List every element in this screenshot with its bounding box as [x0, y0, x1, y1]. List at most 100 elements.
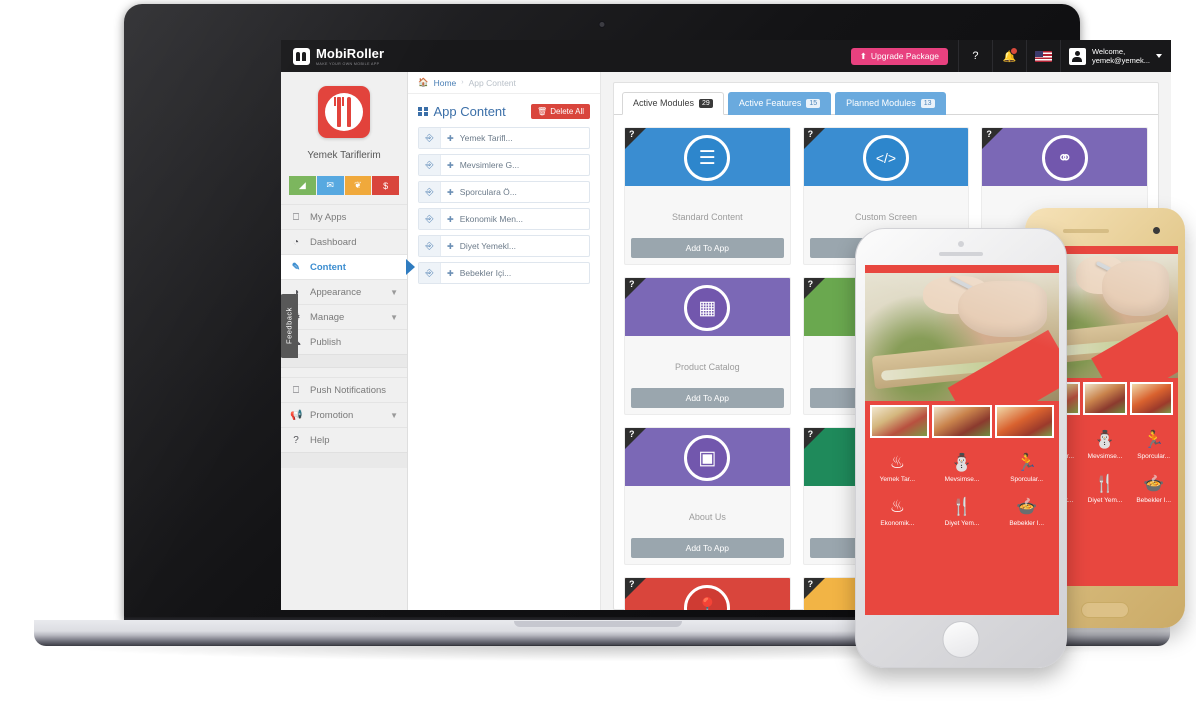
tile-bebekler-icin[interactable]: 🍲 Bebekler I...	[994, 489, 1059, 533]
laptop-base-notch	[514, 621, 682, 627]
mobile-icon: ⎕	[293, 211, 299, 223]
sidebar-item-my-apps[interactable]: ⎕ My Apps	[281, 204, 407, 229]
language-button[interactable]	[1025, 40, 1060, 72]
move-handle-icon[interactable]: ✚	[447, 269, 454, 278]
brand-name: MobiRoller	[316, 45, 385, 61]
cutlery-icon: 🍴	[1094, 474, 1116, 493]
add-to-app-button[interactable]: Add To App	[631, 238, 784, 258]
tree-item[interactable]: ⎆ ✚ Mevsimlere G...	[418, 154, 590, 176]
tile-bebekler-icin[interactable]: 🍲 Bebekler I...	[1129, 466, 1178, 510]
tile-diyet-yemekleri[interactable]: 🍴 Diyet Yem...	[1081, 466, 1130, 510]
help-icon[interactable]: ?	[808, 279, 814, 289]
cloche-icon: ⛄	[1094, 430, 1116, 449]
thumbnail-item[interactable]	[1129, 382, 1173, 415]
tree-item[interactable]: ⎆ ✚ Bebekler Içi...	[418, 262, 590, 284]
help-icon[interactable]: ?	[808, 429, 814, 439]
iphone-tile-grid: ♨ Yemek Tar... ⛄ Mevsimse... 🏃 Sporcular…	[865, 443, 1059, 537]
move-handle-icon[interactable]: ✚	[447, 188, 454, 197]
module-card-label: Custom Screen	[854, 212, 917, 222]
chevron-down-icon: ▼	[390, 410, 398, 420]
mobiroller-logo-icon	[293, 47, 310, 65]
tab-active-features[interactable]: Active Features 15	[727, 92, 832, 115]
sidebar-item-help[interactable]: ? Help	[281, 427, 407, 452]
sitemap-icon: ⎆	[419, 236, 441, 256]
thumbnail-item[interactable]	[932, 405, 992, 438]
move-handle-icon[interactable]: ✚	[447, 134, 454, 143]
move-handle-icon[interactable]: ✚	[447, 215, 454, 224]
help-icon[interactable]: ?	[808, 129, 814, 139]
tile-label: Bebekler I...	[1009, 520, 1044, 527]
tree-item[interactable]: ⎆ ✚ Diyet Yemekl...	[418, 235, 590, 257]
notifications-button[interactable]: 🔔	[991, 40, 1026, 72]
move-handle-icon[interactable]: ✚	[447, 242, 454, 251]
iphone-hero-image	[865, 273, 1059, 401]
thumbnail-item[interactable]	[994, 405, 1054, 438]
module-card-location[interactable]: ? 📍 Location Add To App	[624, 577, 791, 610]
modules-tabs: Active Modules 29 Active Features 15 Pla…	[614, 91, 1158, 115]
help-icon[interactable]: ?	[986, 129, 992, 139]
sidebar-item-dashboard[interactable]: ◔ Dashboard	[281, 229, 407, 254]
help-icon[interactable]: ?	[629, 279, 635, 289]
add-to-app-button[interactable]: Add To App	[631, 538, 784, 558]
sidebar-item-promotion[interactable]: 📢 Promotion ▼	[281, 402, 407, 427]
tile-mevsimsel[interactable]: ⛄ Mevsimse...	[1081, 422, 1130, 466]
iphone-camera-icon	[958, 241, 964, 247]
arrow-up-icon: ⬆	[859, 50, 867, 61]
sidebar-item-publish[interactable]: ☁ Publish	[281, 329, 407, 354]
sidebar-item-content[interactable]: ✎ Content	[281, 254, 415, 279]
tile-yemek-tarifleri[interactable]: ♨ Yemek Tar...	[865, 445, 930, 489]
sitemap-icon: ⎆	[419, 263, 441, 283]
app-topbar: MobiRoller MAKE YOUR OWN MOBILE APP ⬆ Up…	[281, 40, 1171, 72]
tree-item[interactable]: ⎆ ✚ Ekonomik Men...	[418, 208, 590, 230]
help-icon[interactable]: ?	[629, 129, 635, 139]
feedback-tab[interactable]: Feedback	[281, 294, 298, 358]
help-button[interactable]: ?	[957, 40, 992, 72]
sidebar-item-appearance[interactable]: ◑ Appearance ▼	[281, 279, 407, 304]
tab-planned-modules[interactable]: Planned Modules 13	[835, 92, 946, 115]
sidebar-twitter-icon[interactable]: ❦	[344, 176, 372, 195]
tile-sporcular[interactable]: 🏃 Sporcular...	[994, 445, 1059, 489]
android-home-button[interactable]	[1081, 602, 1129, 618]
sidebar-stats-icon[interactable]: ◢	[289, 176, 316, 195]
help-icon[interactable]: ?	[629, 429, 635, 439]
thumbnail-item[interactable]	[870, 405, 930, 438]
help-icon[interactable]: ?	[808, 579, 814, 589]
tree-item-label: Sporculara Ö...	[459, 187, 517, 197]
welcome-label: Welcome,	[1091, 47, 1126, 56]
tree-item-label: Mevsimlere G...	[459, 160, 520, 170]
module-card-about-us[interactable]: ? ▣ About Us Add To App	[624, 427, 791, 565]
sidebar-mail-icon[interactable]: ✉	[316, 176, 344, 195]
tile-mevsimsel[interactable]: ⛄ Mevsimse...	[930, 445, 995, 489]
breadcrumb-home-link[interactable]: Home	[434, 78, 457, 88]
bowl-spoon-icon: 🍲	[1016, 497, 1038, 516]
grid-squares-icon: ▦	[684, 285, 731, 332]
thumbnail-item[interactable]	[1083, 382, 1127, 415]
megaphone-icon: 📢	[290, 409, 303, 421]
tile-ekonomik[interactable]: ♨ Ekonomik...	[865, 489, 930, 533]
tab-active-modules[interactable]: Active Modules 29	[622, 92, 724, 115]
tree-item[interactable]: ⎆ ✚ Yemek Tarifl...	[418, 127, 590, 149]
sidebar-item-push-notifications[interactable]: ⎕ Push Notifications	[281, 377, 407, 402]
page-title: App Content	[418, 104, 506, 119]
tile-diyet-yemekleri[interactable]: 🍴 Diyet Yem...	[930, 489, 995, 533]
module-card-standard-content[interactable]: ? ☰ Standard Content Add To App	[624, 127, 791, 265]
move-handle-icon[interactable]: ✚	[447, 161, 454, 170]
building-icon: ▣	[684, 435, 731, 482]
add-to-app-button[interactable]: Add To App	[631, 388, 784, 408]
iphone-home-button[interactable]	[942, 621, 980, 658]
user-menu[interactable]: Welcome, yemek@yemek...	[1059, 40, 1171, 72]
delete-all-button[interactable]: 🗑 Delete All	[531, 104, 590, 119]
brand-logo[interactable]: MobiRoller MAKE YOUR OWN MOBILE APP	[281, 46, 384, 67]
sidebar-item-manage[interactable]: ⚙ Manage ▼	[281, 304, 407, 329]
breadcrumb: 🏠 Home › App Content	[408, 72, 600, 94]
tree-item-label: Diyet Yemekl...	[459, 241, 516, 251]
upgrade-package-button[interactable]: ⬆ Upgrade Package	[850, 47, 948, 65]
list-icon: ☰	[684, 135, 731, 182]
tree-item[interactable]: ⎆ ✚ Sporculara Ö...	[418, 181, 590, 203]
android-camera-icon	[1153, 227, 1160, 234]
sidebar-item-label: Publish	[310, 336, 342, 348]
tile-sporcular[interactable]: 🏃 Sporcular...	[1129, 422, 1178, 466]
sidebar-dollar-icon[interactable]: $	[372, 176, 399, 195]
help-icon[interactable]: ?	[629, 579, 635, 589]
module-card-product-catalog[interactable]: ? ▦ Product Catalog Add To App	[624, 277, 791, 415]
